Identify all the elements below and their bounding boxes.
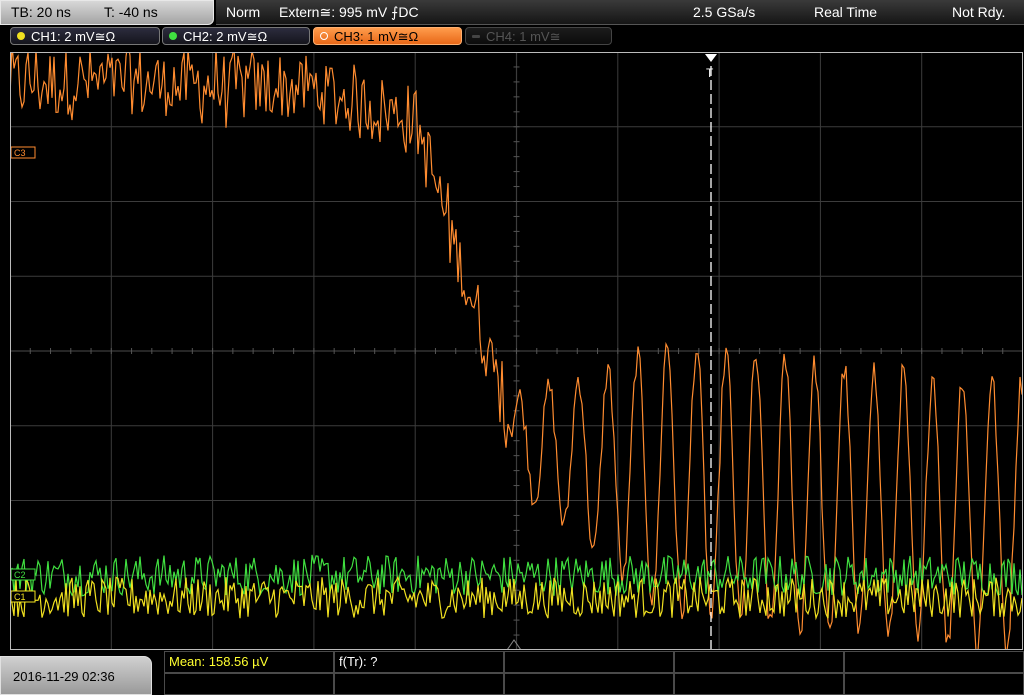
channel-bar: CH1: 2 mV≅Ω CH2: 2 mV≅Ω CH3: 1 mV≅Ω CH4:… — [0, 25, 1024, 49]
timebase-panel[interactable]: TB: 20 ns T: -40 ns — [0, 0, 214, 25]
measurement-panel[interactable]: Mean: 158.56 µV f(Tr): ? — [164, 651, 1024, 695]
run-status: Not Rdy. — [952, 4, 1006, 20]
mean-measurement: Mean: 158.56 µV — [169, 654, 269, 669]
channel-1-dot-icon — [17, 32, 25, 40]
scope-frame — [10, 52, 1023, 650]
channel-2-dot-icon — [169, 32, 177, 40]
channel-4-button[interactable]: CH4: 1 mV≅ — [465, 27, 612, 45]
sample-rate: 2.5 GSa/s — [693, 4, 756, 20]
measure-cell[interactable] — [844, 673, 1024, 695]
trigger-mode[interactable]: Norm — [226, 4, 260, 20]
acquisition-status-bar: Norm Extern≅: 995 mV ⨍DC 2.5 GSa/s Real … — [216, 0, 1024, 25]
datetime-panel: 2016-11-29 02:36 — [0, 656, 152, 695]
channel-2-button[interactable]: CH2: 2 mV≅Ω — [162, 27, 310, 45]
timebase-label: TB: 20 ns — [11, 4, 71, 20]
channel-4-dot-icon — [472, 35, 480, 38]
measure-cell[interactable] — [844, 651, 1024, 673]
channel-1-button[interactable]: CH1: 2 mV≅Ω — [10, 27, 160, 45]
trigger-time-label: T: -40 ns — [104, 4, 158, 20]
measure-cell[interactable] — [674, 651, 844, 673]
acquisition-mode: Real Time — [814, 4, 878, 20]
channel-2-label: CH2: 2 mV≅Ω — [183, 29, 268, 44]
datetime-label: 2016-11-29 02:36 — [13, 669, 115, 684]
rise-freq-measurement: f(Tr): ? — [339, 654, 378, 669]
channel-4-label: CH4: 1 mV≅ — [486, 29, 561, 44]
channel-3-dot-icon — [320, 32, 328, 40]
measure-cell[interactable] — [504, 651, 674, 673]
trigger-source[interactable]: Extern≅: 995 mV ⨍DC — [279, 4, 419, 21]
measure-cell[interactable] — [504, 673, 674, 695]
channel-1-label: CH1: 2 mV≅Ω — [31, 29, 116, 44]
measure-cell[interactable] — [674, 673, 844, 695]
top-status-bar: TB: 20 ns T: -40 ns Norm Extern≅: 995 mV… — [0, 0, 1024, 25]
measure-cell[interactable] — [164, 673, 334, 695]
channel-3-label: CH3: 1 mV≅Ω — [334, 29, 419, 44]
channel-3-button[interactable]: CH3: 1 mV≅Ω — [313, 27, 462, 45]
measure-cell[interactable] — [334, 673, 504, 695]
